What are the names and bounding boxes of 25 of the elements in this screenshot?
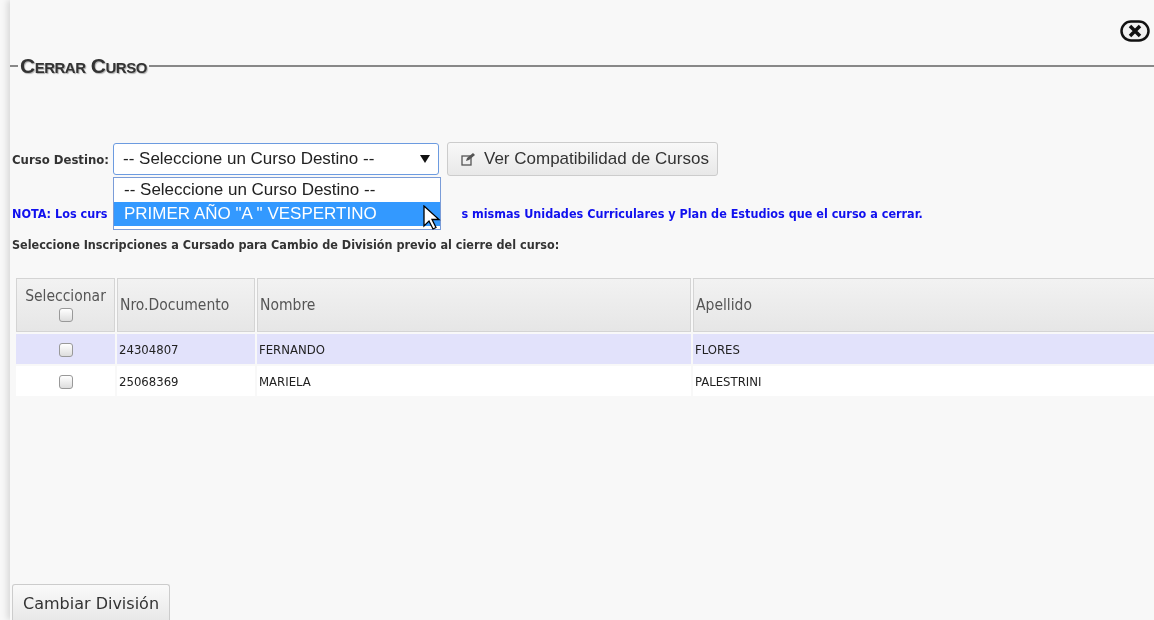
table-cell: FERNANDO xyxy=(257,334,691,364)
dropdown-option[interactable]: -- Seleccione un Curso Destino -- xyxy=(114,178,440,202)
table-cell: 24304807 xyxy=(117,334,255,364)
note-text: s mismas Unidades Curriculares y Plan de Estudios que el curso a cerrar. xyxy=(461,205,923,221)
table-cell: FLORES xyxy=(693,334,1154,364)
section-title: Cerrar Curso xyxy=(19,54,148,78)
dropdown-arrow-icon xyxy=(420,155,430,163)
edit-icon xyxy=(461,152,475,166)
row-checkbox[interactable] xyxy=(58,374,73,389)
table-cell: PALESTRINI xyxy=(693,366,1154,396)
table-cell: MARIELA xyxy=(257,366,691,396)
change-division-button[interactable]: Cambiar División xyxy=(12,584,171,620)
instruction-text: Seleccione Inscripciones a Cursado para Cambio de División previo al cierre del curso: xyxy=(12,237,561,252)
table-cell: 25068369 xyxy=(117,366,255,396)
column-header: Nro.Documento xyxy=(117,278,255,332)
row-checkbox[interactable] xyxy=(58,342,73,357)
note-text: NOTA: Los curs xyxy=(12,205,108,221)
compatibility-button[interactable]: Ver Compatibilidad de Cursos xyxy=(447,142,718,176)
select-all-checkbox[interactable] xyxy=(58,307,73,322)
column-header: Apellido xyxy=(693,278,1154,332)
column-header: Nombre xyxy=(257,278,691,332)
close-icon[interactable] xyxy=(1120,20,1150,42)
field-label: Curso Destino: xyxy=(12,151,109,167)
course-select[interactable]: -- Seleccione un Curso Destino -- xyxy=(113,143,439,175)
column-label: Seleccionar xyxy=(24,287,107,305)
